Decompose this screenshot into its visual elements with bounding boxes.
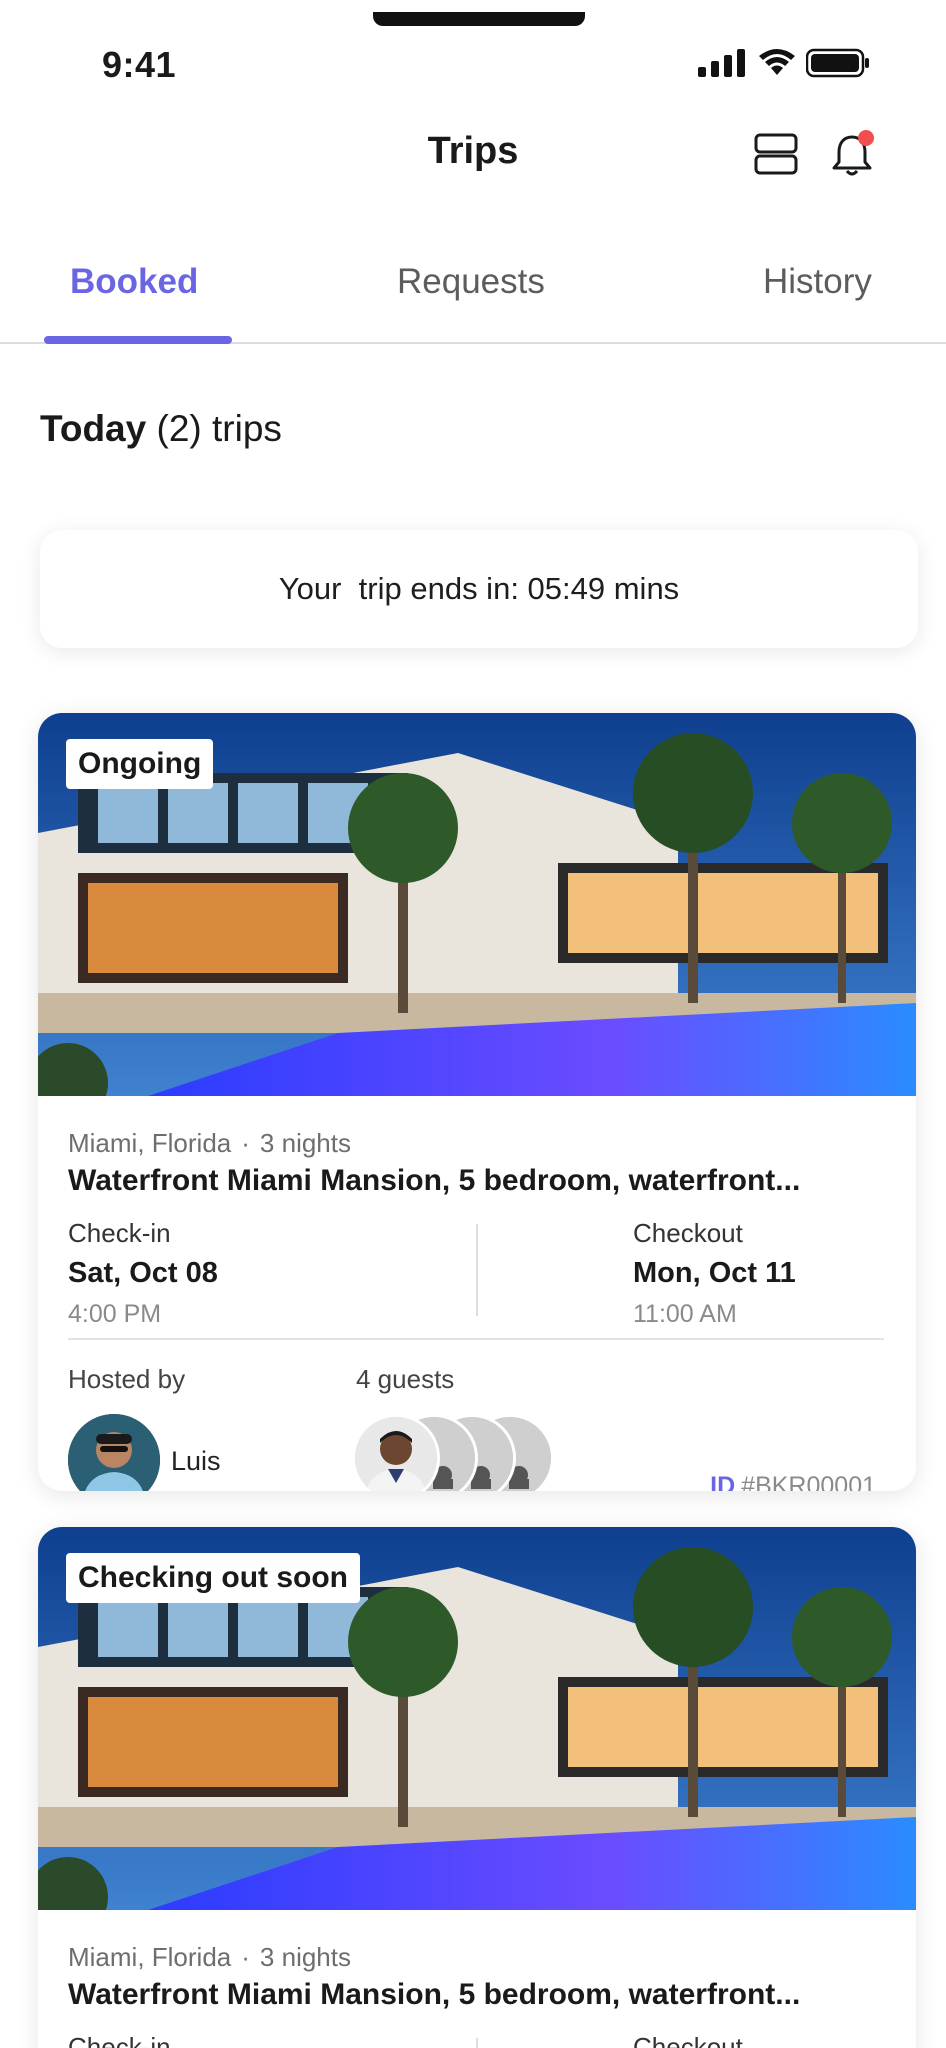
dates-divider — [476, 1224, 478, 1316]
section-heading-count: (2) — [156, 408, 202, 449]
tab-history[interactable]: History — [763, 262, 872, 302]
view-toggle-button[interactable] — [748, 126, 804, 182]
trip-location: Miami, Florida — [68, 1128, 232, 1158]
section-heading-suffix: trips — [212, 408, 282, 449]
tab-booked[interactable]: Booked — [70, 262, 198, 302]
meta-separator: · — [241, 1942, 250, 1972]
checkin-label: Check-in — [68, 2032, 171, 2048]
card-divider — [68, 1338, 884, 1340]
cellular-signal-icon — [698, 49, 745, 77]
trip-timer-text: Your trip ends in: 05:49 mins — [278, 571, 680, 606]
active-tab-indicator — [44, 336, 232, 344]
checkin-time: 4:00 PM — [68, 1300, 162, 1328]
header: Trips — [0, 118, 946, 198]
trip-tabs: Booked Requests History — [0, 248, 946, 344]
trip-card[interactable]: Checking out soon Miami, Florida · 3 night… — [38, 1527, 916, 2048]
notification-dot — [858, 130, 874, 146]
checkout-time: 11:00 AM — [633, 1300, 737, 1328]
trip-dates: Check-in Checkout — [68, 2032, 884, 2048]
section-heading: Today (2) trips — [40, 408, 282, 450]
status-icons — [698, 48, 870, 78]
trip-nights: 3 nights — [259, 1942, 351, 1972]
booking-id: ID #BKR00001 — [710, 1472, 876, 1491]
host-label: Hosted by — [68, 1364, 186, 1394]
property-photo: Checking out soon — [38, 1527, 916, 1910]
host-avatar[interactable] — [68, 1414, 160, 1491]
trip-nights: 3 nights — [259, 1128, 351, 1158]
trip-title: Waterfront Miami Mansion, 5 bedroom, wat… — [68, 1164, 801, 1197]
trip-title: Waterfront Miami Mansion, 5 bedroom, wat… — [68, 1978, 801, 2011]
booking-id-value: #BKR00001 — [741, 1472, 876, 1491]
section-heading-day: Today — [40, 408, 147, 449]
guests-label: 4 guests — [356, 1364, 455, 1394]
dates-divider — [476, 2038, 478, 2048]
host-name: Luis — [171, 1446, 221, 1476]
status-bar: 9:41 — [0, 0, 946, 110]
wifi-icon — [759, 49, 795, 75]
device-notch — [373, 12, 585, 26]
page-title: Trips — [427, 130, 519, 172]
checkout-label: Checkout — [633, 1218, 743, 1248]
checkin-column: Check-in Sat, Oct 08 4:00 PM — [68, 1218, 218, 1329]
checkin-label: Check-in — [68, 1218, 171, 1248]
trip-meta: Miami, Florida · 3 nights — [68, 1128, 351, 1159]
notifications-button[interactable] — [826, 126, 882, 182]
trip-status-badge: Ongoing — [66, 739, 214, 789]
checkout-label: Checkout — [633, 2032, 743, 2048]
trip-location: Miami, Florida — [68, 1942, 232, 1972]
meta-separator: · — [241, 1128, 250, 1158]
status-time: 9:41 — [102, 44, 177, 85]
tab-requests[interactable]: Requests — [397, 262, 545, 302]
trip-card[interactable]: Ongoing Miami, Florida · 3 nights Waterfro… — [38, 713, 916, 1491]
checkout-column: Checkout Mon, Oct 11 11:00 AM — [633, 1218, 796, 1329]
booking-id-prefix: ID — [710, 1472, 736, 1491]
checkin-date: Sat, Oct 08 — [68, 1257, 218, 1289]
property-photo: Ongoing — [38, 713, 916, 1096]
checkout-column: Checkout — [633, 2032, 743, 2048]
guest-avatars[interactable] — [352, 1414, 554, 1491]
bell-icon — [832, 130, 874, 176]
trip-status-badge: Checking out soon — [66, 1553, 360, 1603]
checkout-date: Mon, Oct 11 — [633, 1257, 796, 1289]
checkin-column: Check-in — [68, 2032, 171, 2048]
trip-meta: Miami, Florida · 3 nights — [68, 1942, 351, 1973]
battery-icon — [806, 48, 869, 78]
trip-timer-card: Your trip ends in: 05:49 mins — [40, 530, 918, 648]
list-view-icon — [754, 133, 798, 175]
trip-dates: Check-in Sat, Oct 08 4:00 PM Checkout Mo… — [68, 1218, 884, 1328]
